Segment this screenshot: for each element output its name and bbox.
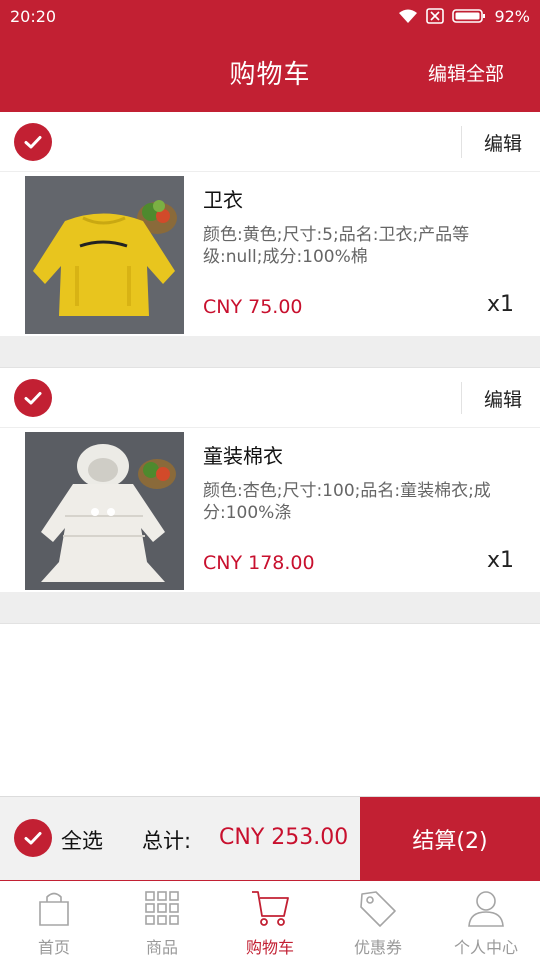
- divider: [0, 592, 540, 624]
- wifi-icon: [398, 8, 418, 24]
- divider: [461, 126, 462, 158]
- cart-item-header: 编辑: [0, 112, 540, 172]
- check-icon: [24, 136, 42, 149]
- edit-item-button[interactable]: 编辑: [484, 129, 522, 156]
- product-image[interactable]: [25, 432, 184, 590]
- tag-icon: [360, 891, 396, 927]
- status-icons: 92%: [398, 7, 530, 26]
- divider: [461, 382, 462, 414]
- yellow-sweatshirt-image: [25, 176, 184, 334]
- status-time: 20:20: [10, 6, 57, 26]
- sim-off-icon: [426, 8, 445, 24]
- tab-label: 商品: [145, 938, 178, 957]
- tab-label: 优惠券: [353, 938, 402, 957]
- cart-list: 编辑 卫衣 颜色:黄色;尺寸:5;品名:卫衣;产品等级:null;成分:100%…: [0, 112, 540, 624]
- cart-item: 编辑 童装棉衣 颜色:杏色;尺寸:100;品名:童装棉衣;成分:100%涤 CN…: [0, 368, 540, 624]
- divider: [0, 336, 540, 368]
- item-price: CNY 178.00: [203, 552, 315, 574]
- item-description: 颜色:杏色;尺寸:100;品名:童装棉衣;成分:100%涤: [203, 481, 491, 523]
- tab-home[interactable]: 首页: [0, 881, 108, 960]
- tab-coupons[interactable]: 优惠券: [324, 881, 432, 960]
- check-icon: [24, 392, 42, 405]
- bag-icon: [39, 892, 69, 926]
- product-image[interactable]: [25, 176, 184, 334]
- tab-profile[interactable]: 个人中心: [432, 881, 540, 960]
- item-price: CNY 75.00: [203, 296, 303, 318]
- tab-cart[interactable]: 购物车: [216, 881, 324, 960]
- checkout-bar: 全选 总计: CNY 253.00 结算(2): [0, 796, 540, 881]
- item-checkbox[interactable]: [14, 123, 52, 161]
- cart-item-header: 编辑: [0, 368, 540, 428]
- tab-products[interactable]: 商品: [108, 881, 216, 960]
- select-all-label[interactable]: 全选: [61, 825, 103, 855]
- item-quantity: x1: [486, 548, 514, 573]
- cart-icon: [252, 891, 289, 926]
- item-quantity: x1: [486, 292, 514, 317]
- white-padded-jacket-image: [25, 432, 184, 590]
- tab-label: 首页: [37, 938, 70, 957]
- edit-item-button[interactable]: 编辑: [484, 385, 522, 412]
- status-bar: 20:20 92%: [0, 0, 540, 32]
- cart-item-body[interactable]: 童装棉衣 颜色:杏色;尺寸:100;品名:童装棉衣;成分:100%涤 CNY 1…: [0, 428, 540, 592]
- total-value: CNY 253.00: [219, 825, 349, 850]
- check-icon: [24, 832, 42, 845]
- user-icon: [468, 891, 504, 927]
- item-checkbox[interactable]: [14, 379, 52, 417]
- tab-label: 购物车: [245, 938, 294, 957]
- app-header: 购物车 编辑全部: [0, 32, 540, 112]
- item-description: 颜色:黄色;尺寸:5;品名:卫衣;产品等级:null;成分:100%棉: [203, 225, 470, 267]
- total-label: 总计:: [142, 829, 192, 853]
- checkout-button[interactable]: 结算(2): [360, 797, 540, 881]
- battery-icon: [452, 8, 486, 24]
- item-name: 卫衣: [203, 188, 243, 212]
- cart-item-body[interactable]: 卫衣 颜色:黄色;尺寸:5;品名:卫衣;产品等级:null;成分:100%棉 C…: [0, 172, 540, 336]
- cart-item: 编辑 卫衣 颜色:黄色;尺寸:5;品名:卫衣;产品等级:null;成分:100%…: [0, 112, 540, 368]
- battery-percent: 92%: [494, 6, 530, 26]
- select-all-checkbox[interactable]: [14, 819, 52, 857]
- tab-label: 个人中心: [453, 938, 518, 957]
- grid-icon: [145, 891, 179, 925]
- edit-all-button[interactable]: 编辑全部: [428, 59, 504, 86]
- item-name: 童装棉衣: [203, 444, 283, 468]
- bottom-tab-bar: 首页 商品 购物车 优惠券 个人中心: [0, 880, 540, 960]
